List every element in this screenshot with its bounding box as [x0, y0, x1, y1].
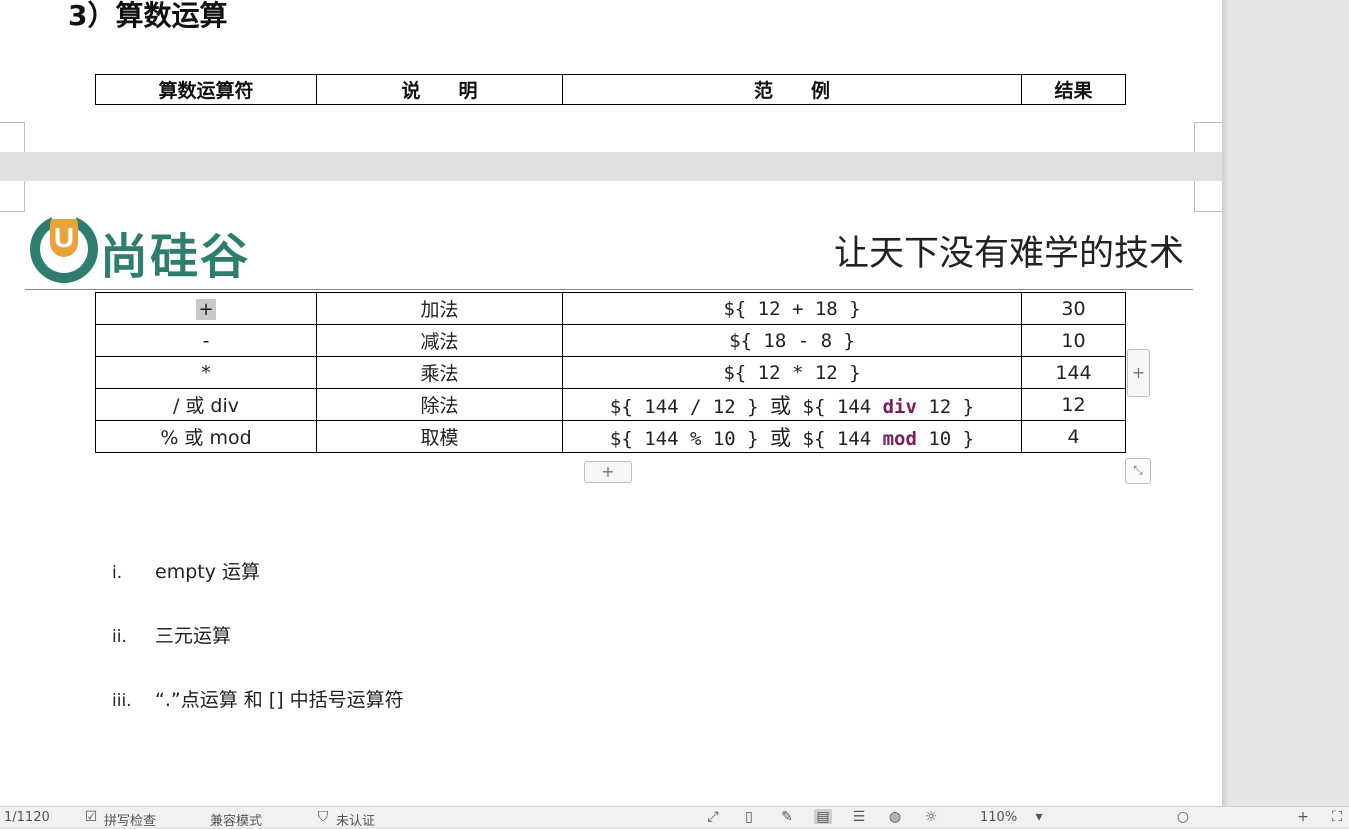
- logo-mark-icon: U: [30, 209, 98, 283]
- svg-text:U: U: [54, 222, 74, 253]
- example-cell[interactable]: ${ 144 / 12 } 或 ${ 144 div 12 }: [562, 388, 1022, 421]
- result-cell[interactable]: 144: [1021, 356, 1126, 389]
- or-text: 或: [770, 393, 792, 418]
- document-page: U 尚硅谷 让天下没有难学的技术 + 加法 ${ 12 + 18 } 30 - …: [0, 181, 1223, 806]
- or-text: 或: [770, 425, 792, 450]
- operator-cell[interactable]: +: [95, 292, 317, 325]
- example-b-post: 10 }: [916, 427, 975, 450]
- logo-text: 尚硅谷: [100, 229, 251, 285]
- example-cell[interactable]: ${ 18 - 8 }: [562, 324, 1022, 357]
- keyword-mod: mod: [882, 427, 917, 450]
- page-view-icon[interactable]: ▤: [814, 809, 832, 825]
- header-result: 结果: [1021, 74, 1126, 105]
- example-cell[interactable]: ${ 144 % 10 } 或 ${ 144 mod 10 }: [562, 420, 1022, 453]
- focus-mode-icon[interactable]: ⤢: [704, 809, 722, 825]
- company-logo: U 尚硅谷: [28, 209, 288, 289]
- zoom-in-icon[interactable]: +: [1294, 809, 1312, 825]
- resize-icon: ⤡: [1133, 463, 1143, 477]
- result-cell[interactable]: 10: [1021, 324, 1126, 357]
- example-cell[interactable]: ${ 12 + 18 }: [562, 292, 1022, 325]
- keyword-div: div: [882, 395, 917, 418]
- reading-mode-icon[interactable]: ▯: [740, 809, 758, 825]
- description-cell[interactable]: 除法: [316, 388, 563, 421]
- result-cell[interactable]: 30: [1021, 292, 1126, 325]
- web-view-icon[interactable]: ◍: [886, 809, 904, 825]
- selected-text: +: [196, 298, 216, 320]
- zoom-dropdown-icon[interactable]: ▾: [1030, 809, 1048, 825]
- plus-icon: +: [601, 462, 615, 481]
- document-page: 3）算数运算 算数运算符 说 明 范 例 结果: [0, 0, 1223, 153]
- table-row[interactable]: / 或 div 除法 ${ 144 / 12 } 或 ${ 144 div 12…: [95, 388, 1126, 421]
- header-example: 范 例: [562, 74, 1022, 105]
- status-bar: 1/1120 ☑ 拼写检查 兼容模式 ⛉ 未认证 ⤢ ▯ ✎ ▤ ☰ ◍ ☼ 1…: [0, 806, 1349, 829]
- header-description: 说 明: [316, 74, 563, 105]
- zoom-out-icon[interactable]: ○: [1174, 809, 1192, 825]
- spellcheck-icon: ☑: [84, 809, 98, 825]
- page-corner-mark: [1194, 181, 1223, 212]
- result-cell[interactable]: 12: [1021, 388, 1126, 421]
- description-cell[interactable]: 加法: [316, 292, 563, 325]
- edit-icon[interactable]: ✎: [778, 809, 796, 825]
- description-cell[interactable]: 取模: [316, 420, 563, 453]
- page-indicator[interactable]: 1/1120: [4, 810, 50, 825]
- header-slogan: 让天下没有难学的技术: [834, 234, 1185, 274]
- list-text: 三元运算: [155, 625, 232, 647]
- list-item: ii. 三元运算: [112, 621, 231, 648]
- eye-protection-icon[interactable]: ☼: [922, 809, 940, 825]
- operator-cell[interactable]: / 或 div: [95, 388, 317, 421]
- operator-cell[interactable]: *: [95, 356, 317, 389]
- page-gap: [0, 152, 1222, 181]
- fullscreen-icon[interactable]: ⛶: [1328, 809, 1346, 825]
- description-cell[interactable]: 减法: [316, 324, 563, 357]
- list-number: ii.: [112, 627, 127, 647]
- example-a: ${ 144 / 12 }: [609, 395, 759, 418]
- spell-check-button[interactable]: 拼写检查: [104, 810, 156, 829]
- operator-table[interactable]: + 加法 ${ 12 + 18 } 30 - 减法 ${ 18 - 8 } 10…: [95, 292, 1126, 453]
- example-a: ${ 144 % 10 }: [609, 427, 759, 450]
- plus-icon: +: [1131, 363, 1146, 382]
- zoom-level[interactable]: 110%: [980, 810, 1017, 825]
- shield-icon: ⛉: [317, 809, 329, 825]
- page-corner-mark: [0, 181, 25, 212]
- example-b-pre: ${ 144: [802, 395, 883, 418]
- add-column-button[interactable]: +: [1127, 349, 1150, 397]
- operator-table-header: 算数运算符 说 明 范 例 结果: [95, 74, 1126, 105]
- outline-view-icon[interactable]: ☰: [850, 809, 868, 825]
- list-text: empty 运算: [155, 561, 260, 583]
- certification-status[interactable]: 未认证: [336, 810, 375, 829]
- operator-cell[interactable]: % 或 mod: [95, 420, 317, 453]
- list-number: iii.: [112, 691, 132, 711]
- section-title: 3）算数运算: [68, 0, 228, 32]
- result-cell[interactable]: 4: [1021, 420, 1126, 453]
- operator-cell[interactable]: -: [95, 324, 317, 357]
- table-row[interactable]: + 加法 ${ 12 + 18 } 30: [95, 292, 1126, 325]
- table-row[interactable]: % 或 mod 取模 ${ 144 % 10 } 或 ${ 144 mod 10…: [95, 420, 1126, 453]
- table-resize-handle[interactable]: ⤡: [1125, 458, 1151, 484]
- list-item: i. empty 运算: [112, 557, 260, 584]
- example-cell[interactable]: ${ 12 * 12 }: [562, 356, 1022, 389]
- description-cell[interactable]: 乘法: [316, 356, 563, 389]
- example-b-post: 12 }: [916, 395, 975, 418]
- table-row[interactable]: - 减法 ${ 18 - 8 } 10: [95, 324, 1126, 357]
- example-b-pre: ${ 144: [802, 427, 883, 450]
- list-number: i.: [112, 563, 123, 583]
- header-operator: 算数运算符: [95, 74, 317, 105]
- list-text: “.”点运算 和 [] 中括号运算符: [155, 689, 404, 711]
- table-row[interactable]: * 乘法 ${ 12 * 12 } 144: [95, 356, 1126, 389]
- header-divider: [25, 289, 1193, 290]
- add-row-button[interactable]: +: [584, 461, 632, 483]
- page-corner-mark: [1194, 122, 1223, 153]
- list-item: iii. “.”点运算 和 [] 中括号运算符: [112, 685, 404, 712]
- page-shadow: [1222, 0, 1230, 806]
- page-corner-mark: [0, 122, 25, 153]
- compat-mode-label[interactable]: 兼容模式: [210, 810, 262, 829]
